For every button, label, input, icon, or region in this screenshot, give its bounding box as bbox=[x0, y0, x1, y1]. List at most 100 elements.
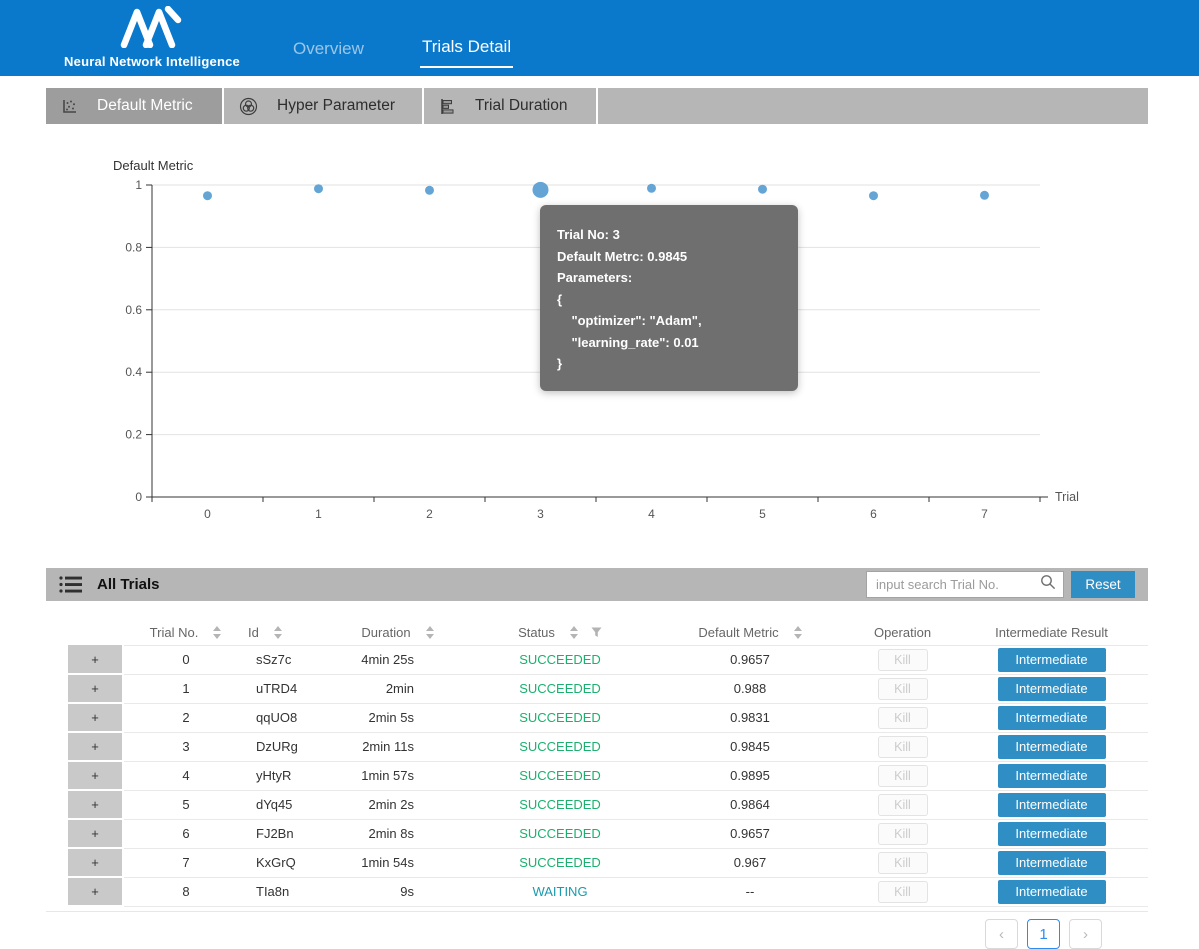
top-navbar: Neural Network Intelligence Overview Tri… bbox=[0, 0, 1199, 76]
tab-label: Trial Duration bbox=[475, 97, 567, 115]
sort-icon-id[interactable] bbox=[274, 626, 282, 639]
expand-trial-5-button[interactable]: + bbox=[68, 790, 123, 819]
tooltip-line: { bbox=[557, 289, 784, 311]
trial-metric: 0.9657 bbox=[650, 645, 850, 674]
trial-id: sSz7c bbox=[248, 645, 325, 674]
tab-default-metric[interactable]: Default Metric bbox=[46, 88, 222, 124]
tooltip-text: Trial No: 3Default Metrc: 0.9845Paramete… bbox=[557, 224, 784, 375]
intermediate-trial-7-button[interactable]: Intermediate bbox=[998, 851, 1106, 875]
all-trials-title: All Trials bbox=[97, 576, 160, 593]
intermediate-trial-1-button[interactable]: Intermediate bbox=[998, 677, 1106, 701]
search-icon bbox=[1040, 574, 1056, 595]
tab-trial-duration[interactable]: Trial Duration bbox=[424, 88, 596, 124]
expand-trial-2-button[interactable]: + bbox=[68, 703, 123, 732]
trial-point-4[interactable] bbox=[647, 184, 656, 193]
trial-metric: 0.967 bbox=[650, 848, 850, 877]
expand-trial-4-button[interactable]: + bbox=[68, 761, 123, 790]
svg-text:6: 6 bbox=[870, 507, 877, 521]
expand-trial-1-button[interactable]: + bbox=[68, 674, 123, 703]
pagination-next-button[interactable]: › bbox=[1069, 919, 1102, 949]
trial-metric: 0.9895 bbox=[650, 761, 850, 790]
table-header-row: Trial No.IdDurationStatusDefault MetricO… bbox=[68, 620, 1148, 645]
column-header-intermediate-result: Intermediate Result bbox=[955, 620, 1148, 645]
tab-label: Default Metric bbox=[97, 97, 193, 115]
trial-point-2[interactable] bbox=[425, 186, 434, 195]
tooltip-line: Trial No: 3 bbox=[557, 224, 784, 246]
kill-trial-3-button[interactable]: Kill bbox=[878, 736, 928, 758]
trial-id: FJ2Bn bbox=[248, 819, 325, 848]
expand-trial-8-button[interactable]: + bbox=[68, 877, 123, 906]
kill-trial-6-button[interactable]: Kill bbox=[878, 823, 928, 845]
trial-status: SUCCEEDED bbox=[470, 732, 650, 761]
trial-metric: 0.9657 bbox=[650, 819, 850, 848]
kill-trial-7-button[interactable]: Kill bbox=[878, 852, 928, 874]
bars-icon bbox=[439, 98, 456, 115]
nav-tab-trials-detail[interactable]: Trials Detail bbox=[420, 37, 513, 68]
trial-status: SUCCEEDED bbox=[470, 790, 650, 819]
trial-no: 2 bbox=[123, 703, 248, 732]
svg-text:2: 2 bbox=[426, 507, 433, 521]
intermediate-trial-4-button[interactable]: Intermediate bbox=[998, 764, 1106, 788]
search-box bbox=[866, 571, 1064, 598]
expand-trial-3-button[interactable]: + bbox=[68, 732, 123, 761]
tooltip-line: } bbox=[557, 353, 784, 375]
intermediate-trial-3-button[interactable]: Intermediate bbox=[998, 735, 1106, 759]
kill-trial-1-button[interactable]: Kill bbox=[878, 678, 928, 700]
trial-no: 7 bbox=[123, 848, 248, 877]
trial-metric: -- bbox=[650, 877, 850, 906]
trial-point-3[interactable] bbox=[533, 182, 549, 198]
column-header-operation: Operation bbox=[850, 620, 955, 645]
reset-button[interactable]: Reset bbox=[1071, 571, 1135, 598]
kill-trial-0-button[interactable]: Kill bbox=[878, 649, 928, 671]
sort-icon-default-metric[interactable] bbox=[794, 626, 802, 639]
kill-trial-4-button[interactable]: Kill bbox=[878, 765, 928, 787]
trial-row-8: +8TIa8n9sWAITING--KillIntermediate bbox=[68, 877, 1148, 906]
expand-trial-0-button[interactable]: + bbox=[68, 645, 123, 674]
pagination-page-1-button[interactable]: 1 bbox=[1027, 919, 1060, 949]
nav-tab-overview[interactable]: Overview bbox=[293, 39, 364, 59]
trial-id: KxGrQ bbox=[248, 848, 325, 877]
trial-no: 5 bbox=[123, 790, 248, 819]
search-trial-input[interactable] bbox=[876, 577, 1040, 592]
filter-icon-status[interactable] bbox=[591, 627, 602, 638]
trial-metric: 0.9845 bbox=[650, 732, 850, 761]
venn-icon bbox=[239, 97, 258, 116]
expand-trial-6-button[interactable]: + bbox=[68, 819, 123, 848]
tab-hyper-parameter[interactable]: Hyper Parameter bbox=[224, 88, 422, 124]
sort-icon-trial-no[interactable] bbox=[213, 626, 221, 639]
intermediate-trial-8-button[interactable]: Intermediate bbox=[998, 880, 1106, 904]
sort-icon-status[interactable] bbox=[570, 626, 578, 639]
svg-text:1: 1 bbox=[135, 178, 142, 192]
trial-duration: 4min 25s bbox=[325, 645, 470, 674]
trial-point-7[interactable] bbox=[980, 191, 989, 200]
trial-point-1[interactable] bbox=[314, 184, 323, 193]
intermediate-trial-6-button[interactable]: Intermediate bbox=[998, 822, 1106, 846]
trial-status: SUCCEEDED bbox=[470, 848, 650, 877]
x-axis-label: Trial bbox=[1055, 490, 1079, 504]
svg-text:7: 7 bbox=[981, 507, 988, 521]
trial-duration: 2min 8s bbox=[325, 819, 470, 848]
pagination-prev-button[interactable]: ‹ bbox=[985, 919, 1018, 949]
kill-trial-5-button[interactable]: Kill bbox=[878, 794, 928, 816]
sort-icon-duration[interactable] bbox=[426, 626, 434, 639]
trial-no: 6 bbox=[123, 819, 248, 848]
trial-status: SUCCEEDED bbox=[470, 645, 650, 674]
column-label-operation: Operation bbox=[874, 625, 931, 640]
expand-trial-7-button[interactable]: + bbox=[68, 848, 123, 877]
trial-row-7: +7KxGrQ1min 54sSUCCEEDED0.967KillInterme… bbox=[68, 848, 1148, 877]
tab-label: Hyper Parameter bbox=[277, 97, 395, 115]
kill-trial-2-button[interactable]: Kill bbox=[878, 707, 928, 729]
kill-trial-8-button[interactable]: Kill bbox=[878, 881, 928, 903]
trial-no: 3 bbox=[123, 732, 248, 761]
intermediate-trial-5-button[interactable]: Intermediate bbox=[998, 793, 1106, 817]
nni-logo[interactable]: Neural Network Intelligence bbox=[72, 6, 232, 69]
trial-point-5[interactable] bbox=[758, 185, 767, 194]
list-icon bbox=[59, 575, 83, 594]
trial-row-3: +3DzURg2min 11sSUCCEEDED0.9845KillInterm… bbox=[68, 732, 1148, 761]
trial-point-0[interactable] bbox=[203, 191, 212, 200]
intermediate-trial-0-button[interactable]: Intermediate bbox=[998, 648, 1106, 672]
column-header-trial-no: Trial No. bbox=[123, 620, 248, 645]
trial-status: WAITING bbox=[470, 877, 650, 906]
trial-point-6[interactable] bbox=[869, 191, 878, 200]
intermediate-trial-2-button[interactable]: Intermediate bbox=[998, 706, 1106, 730]
